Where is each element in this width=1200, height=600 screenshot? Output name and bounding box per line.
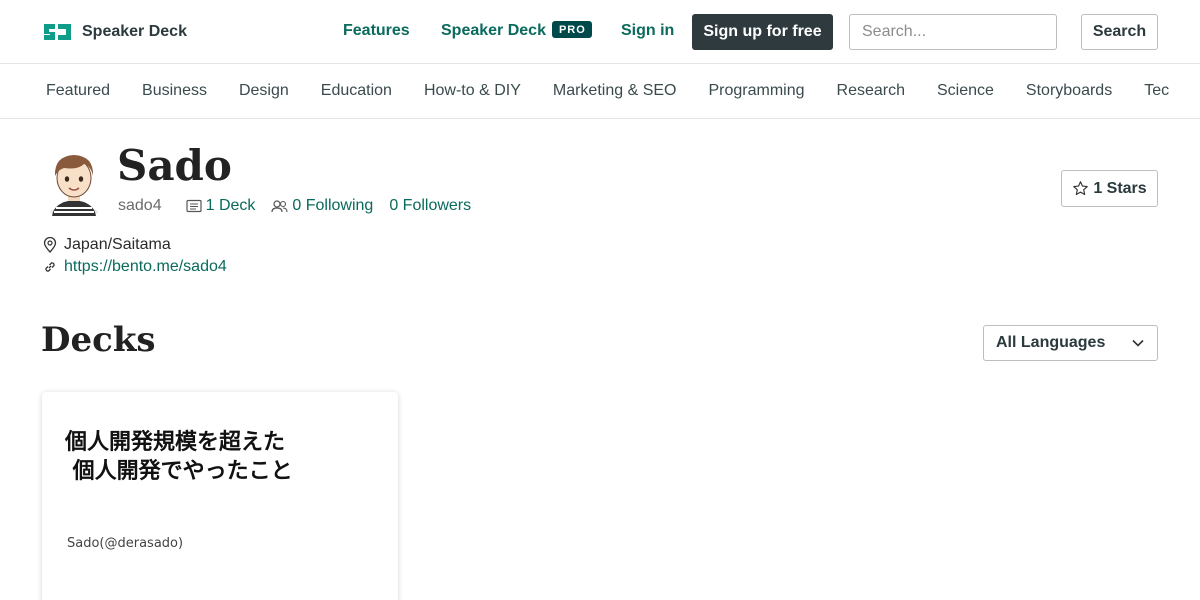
site-header: Speaker Deck Features Speaker Deck PRO Si…	[0, 0, 1200, 64]
category-programming[interactable]: Programming	[708, 82, 804, 100]
category-education[interactable]: Education	[321, 82, 392, 100]
category-business[interactable]: Business	[142, 82, 207, 100]
speaker-deck-logo[interactable]: Speaker Deck	[41, 21, 187, 43]
nav-pro-label: Speaker Deck	[441, 22, 546, 39]
map-pin-icon	[43, 237, 57, 253]
location-text: Japan/Saitama	[64, 236, 171, 253]
logo-text: Speaker Deck	[82, 23, 187, 40]
url-row: https://bento.me/sado4	[43, 258, 227, 276]
deck-slide-title: 個人開発規模を超えた 個人開発でやったこと	[65, 430, 293, 484]
category-storyboards[interactable]: Storyboards	[1026, 82, 1112, 100]
search-input[interactable]	[849, 14, 1057, 50]
speaker-deck-logo-icon	[44, 24, 71, 40]
deck-card[interactable]: 個人開発規模を超えた 個人開発でやったこと Sado(@derasado)	[42, 392, 398, 600]
deck-icon	[185, 199, 202, 213]
location-row: Japan/Saitama	[43, 236, 171, 254]
category-design[interactable]: Design	[239, 82, 289, 100]
profile-name: Sado	[117, 141, 232, 190]
deck-slide-author: Sado(@derasado)	[67, 536, 184, 551]
following-count: 0 Following	[292, 197, 374, 214]
stars-button[interactable]: 1 Stars	[1061, 170, 1158, 207]
category-technology[interactable]: Technology	[1144, 82, 1170, 100]
avatar	[50, 155, 98, 216]
category-featured[interactable]: Featured	[46, 82, 110, 100]
signup-button[interactable]: Sign up for free	[692, 14, 833, 50]
category-marketing-seo[interactable]: Marketing & SEO	[553, 82, 677, 100]
nav-speaker-deck-pro-link[interactable]: Speaker Deck PRO	[441, 21, 592, 40]
search-button[interactable]: Search	[1081, 14, 1158, 50]
stars-count: 1 Stars	[1093, 179, 1147, 197]
decks-count: 1 Deck	[205, 197, 256, 214]
decks-heading: Decks	[41, 320, 156, 360]
nav-signin-link[interactable]: Sign in	[621, 22, 674, 40]
followers-link[interactable]: 0 Followers	[389, 197, 471, 215]
following-link[interactable]: 0 Following	[271, 197, 373, 215]
profile-handle: sado4	[118, 197, 162, 214]
category-list: Featured Business Design Education How-t…	[46, 82, 1170, 100]
language-select-value: All Languages	[996, 334, 1106, 351]
decks-count-link[interactable]: 1 Deck	[185, 197, 256, 215]
chevron-down-icon	[1132, 339, 1144, 347]
profile-meta: sado4 1 Deck 0 Following 0 Followers	[118, 197, 487, 215]
category-science[interactable]: Science	[937, 82, 994, 100]
link-icon	[45, 262, 55, 272]
star-icon	[1073, 181, 1089, 196]
profile-url-link[interactable]: https://bento.me/sado4	[64, 258, 227, 276]
nav-features-link[interactable]: Features	[343, 22, 410, 40]
category-how-to-diy[interactable]: How-to & DIY	[424, 82, 521, 100]
category-bar: Featured Business Design Education How-t…	[0, 64, 1200, 119]
pro-badge: PRO	[551, 21, 592, 38]
category-research[interactable]: Research	[837, 82, 905, 100]
users-icon	[271, 200, 288, 213]
language-select[interactable]: All Languages	[983, 325, 1158, 361]
